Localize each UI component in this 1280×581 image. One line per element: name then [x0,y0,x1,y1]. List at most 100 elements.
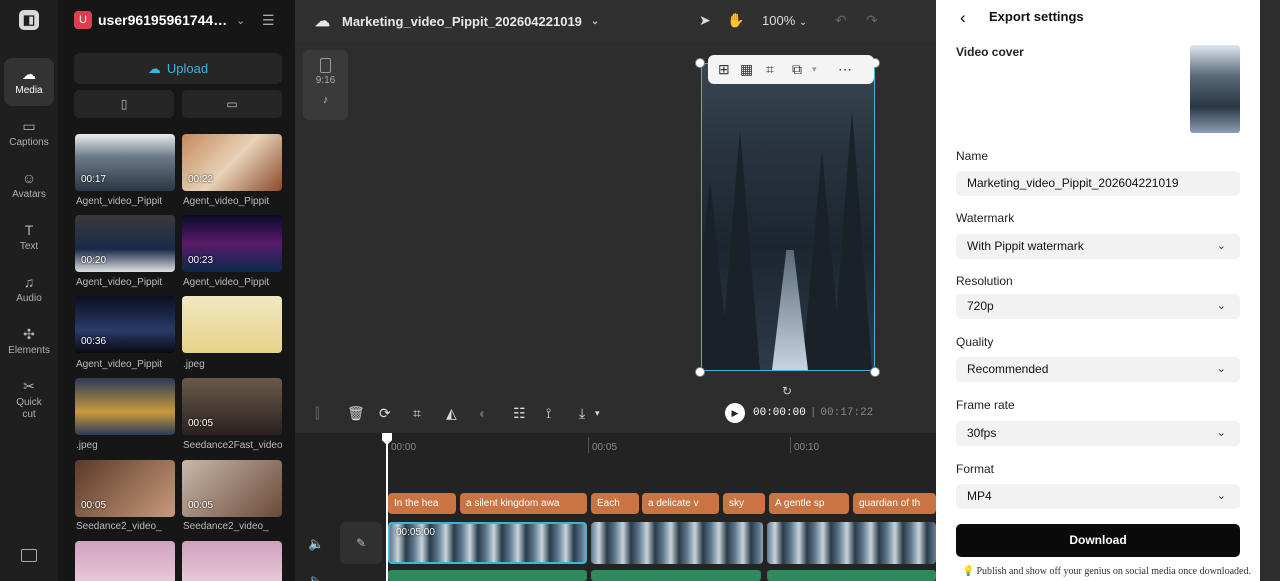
more-icon[interactable]: ⋯ [838,61,852,78]
asset-thumbnail[interactable]: 00:23 [182,215,282,272]
aspect-ratio-selector[interactable]: 9:16 ♪ [303,50,348,120]
rotate-icon[interactable]: ↻ [782,384,792,398]
project-title[interactable]: ☁ Marketing_video_Pippit_202604221019 ⌄ [315,12,599,30]
export-settings-panel: ‹ Export settings Video cover Name Marke… [936,0,1260,581]
play-button[interactable]: ▶ [725,403,745,423]
back-arrow-icon[interactable]: ‹ [960,8,966,28]
auto-cut-icon[interactable]: ⟟ [546,405,551,422]
rail-item-quick-cut[interactable]: ✂ Quick cut [4,370,54,424]
volume-icon[interactable]: 🔈 [308,536,324,552]
keyboard-shortcuts-icon[interactable] [21,549,37,562]
asset-thumbnail[interactable] [182,541,282,581]
zoom-select[interactable]: 100% ⌄ [762,13,807,28]
rail-item-avatars[interactable]: ☺ Avatars [4,162,54,210]
resolution-select[interactable]: 720p ⌄ [956,294,1240,319]
account-switcher[interactable]: U user9619596174455 ⌄ [74,10,245,30]
chevron-down-icon: ⌄ [1216,490,1226,502]
asset-name: .jpeg [76,440,98,451]
rail-item-elements[interactable]: ✣ Elements [4,318,54,366]
caption-clip[interactable]: A gentle sp [769,493,849,514]
video-clip[interactable] [591,522,763,564]
filter-menu-icon[interactable]: ☰ [262,12,278,28]
quality-select[interactable]: Recommended ⌄ [956,357,1240,382]
layer-icon[interactable]: ⧉ [792,61,802,78]
delete-icon[interactable]: 🗑 [347,405,365,422]
watermark-select[interactable]: With Pippit watermark ⌄ [956,234,1240,259]
landscape-icon: ▭ [226,97,238,111]
rail-item-media[interactable]: ☁ Media [4,58,54,106]
undo-icon[interactable]: ↶ [835,12,847,29]
download-icon[interactable]: ⤓ [579,405,585,422]
asset-name: .jpeg [183,359,205,370]
video-clip[interactable]: 00:05:00 [388,522,587,564]
crop-icon[interactable]: ⌗ [766,61,774,78]
download-button[interactable]: Download [956,524,1240,557]
caption-clip[interactable]: In the hea [388,493,456,514]
playhead[interactable] [386,433,388,581]
landscape-filter-button[interactable]: ▭ [182,90,282,118]
asset-thumbnail[interactable]: 00:20 [75,215,175,272]
name-input[interactable]: Marketing_video_Pippit_202604221019 [956,171,1240,196]
phone-icon [320,58,331,73]
audio-clip[interactable] [388,570,587,581]
grid-icon[interactable]: ▦ [740,61,753,78]
volume-icon[interactable]: 🔈 [308,573,324,581]
edit-track-button[interactable]: ✎ [340,522,382,564]
panel-title: Export settings [989,9,1084,24]
caption-clip[interactable]: sky [723,493,765,514]
video-canvas[interactable] [701,63,875,371]
asset-thumbnail[interactable]: 00:05 [182,460,282,517]
select-pointer-icon[interactable]: ➤ [699,12,711,29]
avatars-icon: ☺ [21,170,37,186]
format-label: Format [956,462,995,476]
chevron-down-icon: ⌄ [1216,427,1226,439]
format-select[interactable]: MP4 ⌄ [956,484,1240,509]
redo-icon[interactable]: ↷ [866,12,878,29]
asset-thumbnail[interactable] [182,296,282,353]
asset-thumbnail[interactable] [75,378,175,435]
caption-clip[interactable]: a delicate v [642,493,719,514]
caption-clip[interactable]: a silent kingdom awa [460,493,587,514]
chevron-down-icon: ⌄ [236,14,246,27]
timecode: 00:00:00 | 00:17:22 [753,407,874,419]
resize-handle[interactable] [695,58,705,68]
video-cover-thumbnail[interactable] [1190,45,1240,133]
mask-icon[interactable]: ◐ [479,405,487,421]
caption-clip[interactable]: Each [591,493,639,514]
asset-thumbnail[interactable]: 00:36 [75,296,175,353]
asset-thumbnail[interactable]: 00:05 [182,378,282,435]
rail-item-audio[interactable]: ♫ Audio [4,266,54,314]
asset-name: Seedance2Fast_video [183,440,283,451]
quick-cut-icon: ✂ [23,378,35,394]
chevron-down-icon: ⌄ [590,15,600,27]
resize-handle[interactable] [870,367,880,377]
chevron-down-icon[interactable]: ▾ [812,64,817,75]
caption-clip[interactable]: guardian of th [853,493,936,514]
asset-thumbnail[interactable]: 00:22 [182,134,282,191]
app-logo-icon[interactable]: ◧ [19,10,39,30]
tree-shape [832,110,872,370]
lightbulb-icon: 💡 [962,566,975,577]
rail-item-captions[interactable]: ▭ Captions [4,110,54,158]
split-icon[interactable]: ⫿ [315,405,319,422]
asset-thumbnail[interactable] [75,541,175,581]
asset-thumbnail[interactable]: 00:05 [75,460,175,517]
portrait-filter-button[interactable]: ▯ [74,90,174,118]
framerate-select[interactable]: 30fps ⌄ [956,421,1240,446]
flip-icon[interactable]: ◭ [446,405,457,422]
replace-image-icon[interactable]: ⊞ [718,61,730,78]
chevron-down-icon[interactable]: ▾ [595,408,600,419]
hand-pan-icon[interactable]: ✋ [727,12,744,29]
chevron-down-icon: ⌄ [1216,300,1226,312]
audio-clip[interactable] [591,570,761,581]
upload-button[interactable]: ☁ Upload [74,53,282,84]
rail-item-text[interactable]: T Text [4,214,54,262]
adjust-icon[interactable]: ☷ [513,405,526,422]
chevron-down-icon: ⌄ [798,17,808,28]
audio-clip[interactable] [767,570,936,581]
loop-icon[interactable]: ⟳ [379,405,391,422]
asset-thumbnail[interactable]: 00:17 [75,134,175,191]
resize-handle[interactable] [695,367,705,377]
video-clip[interactable] [767,522,936,564]
crop-icon[interactable]: ⌗ [413,405,421,422]
